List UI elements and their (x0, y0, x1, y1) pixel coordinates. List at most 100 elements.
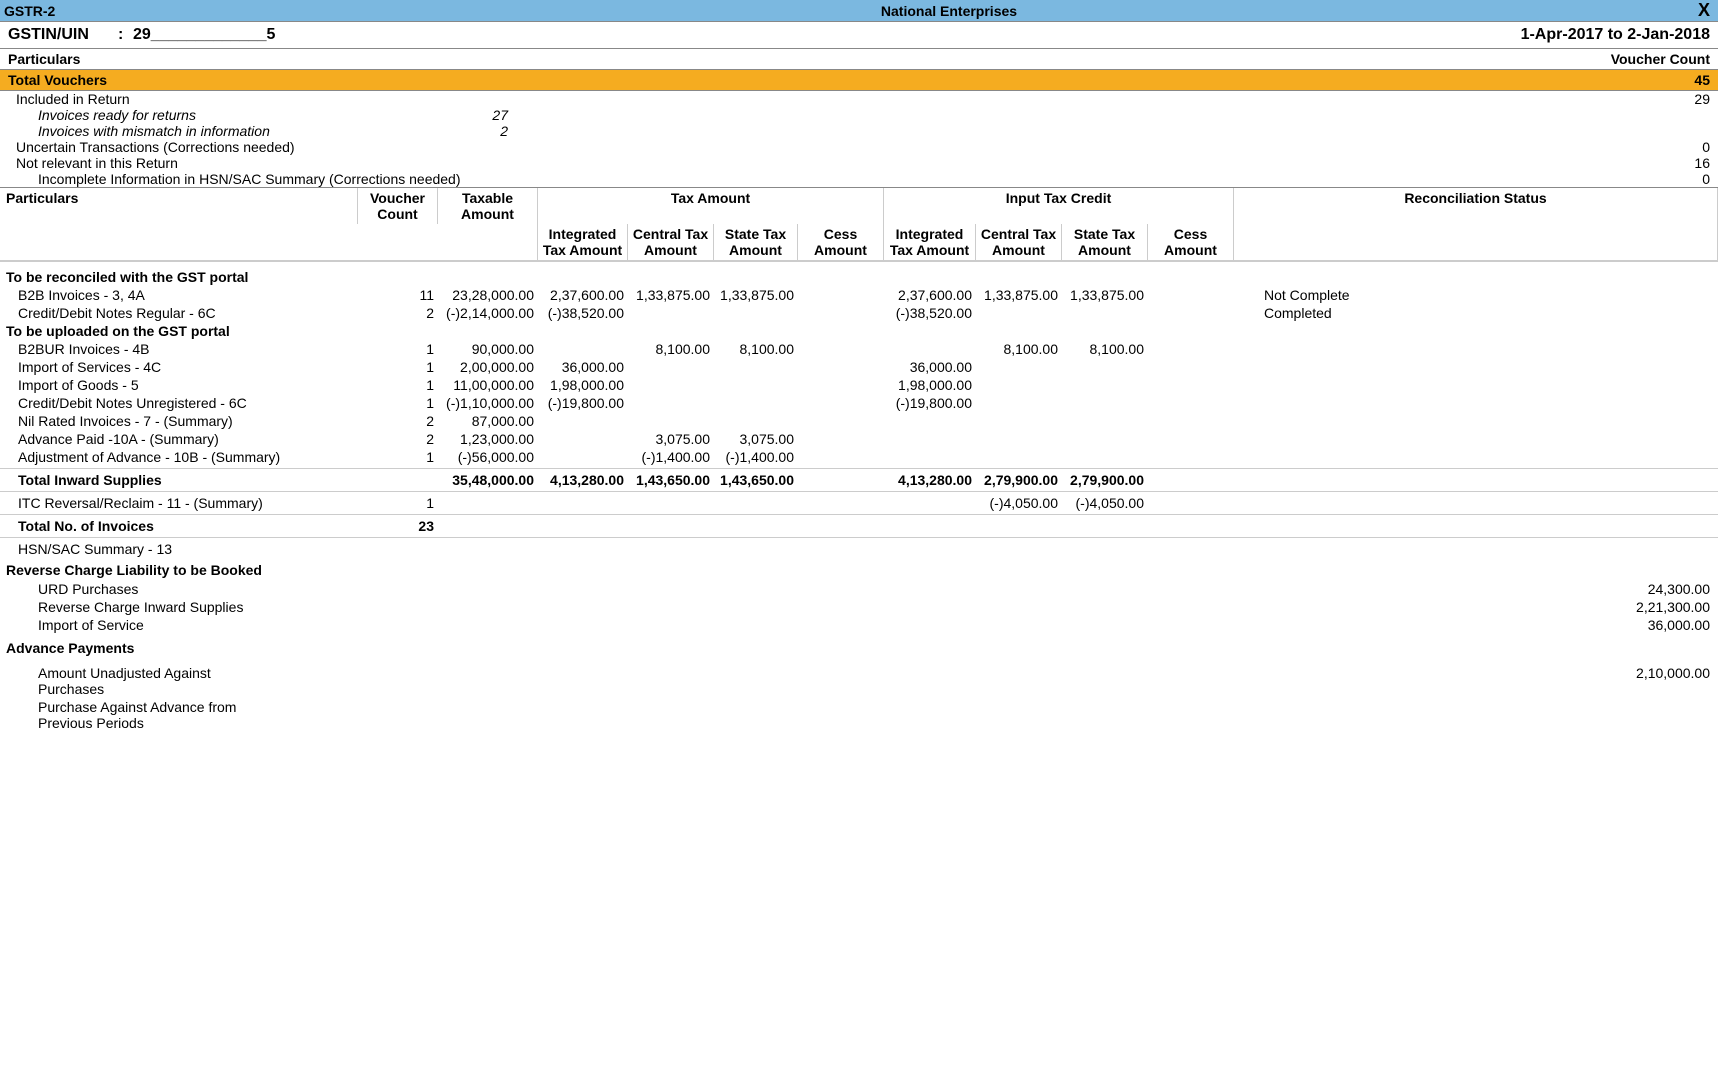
row-total-inward: Total Inward Supplies 35,48,000.00 4,13,… (0, 471, 1718, 489)
b2b-taxable: 23,28,000.00 (438, 286, 538, 304)
group-uploaded: To be uploaded on the GST portal (0, 322, 1718, 340)
urd-val: 24,300.00 (1598, 581, 1718, 597)
group-uploaded-label: To be uploaded on the GST portal (0, 322, 358, 340)
total-inward-istate: 2,79,900.00 (1062, 471, 1148, 489)
grid-header-row1: Particulars Voucher Count Taxable Amount… (0, 188, 1718, 224)
rcis-row[interactable]: Reverse Charge Inward Supplies 2,21,300.… (0, 598, 1718, 616)
cdnunreg-int: (-)19,800.00 (538, 394, 628, 412)
mismatch-row[interactable]: Invoices with mismatch in information 2 (0, 123, 1718, 139)
unadj-val: 2,10,000.00 (1598, 665, 1718, 697)
voucher-count-header: Voucher Count (1611, 51, 1710, 67)
imp-val: 36,000.00 (1598, 617, 1718, 633)
notrelevant-label: Not relevant in this Return (8, 155, 178, 171)
b2b-vc: 11 (358, 286, 438, 304)
impgoods-label: Import of Goods - 5 (0, 376, 358, 394)
titlebar: GSTR-2 National Enterprises X (0, 0, 1718, 22)
col-recon: Reconciliation Status (1234, 188, 1718, 224)
ready-label: Invoices ready for returns (8, 107, 428, 123)
included-label: Included in Return (8, 91, 130, 107)
b2bur-taxable: 90,000.00 (438, 340, 538, 358)
b2bur-cen: 8,100.00 (628, 340, 714, 358)
row-b2b[interactable]: B2B Invoices - 3, 4A 11 23,28,000.00 2,3… (0, 286, 1718, 304)
urd-row[interactable]: URD Purchases 24,300.00 (0, 580, 1718, 598)
rcis-label: Reverse Charge Inward Supplies (0, 599, 400, 615)
row-impgoods[interactable]: Import of Goods - 5 1 11,00,000.00 1,98,… (0, 376, 1718, 394)
row-b2bur[interactable]: B2BUR Invoices - 4B 1 90,000.00 8,100.00… (0, 340, 1718, 358)
cdnreg-label: Credit/Debit Notes Regular - 6C (0, 304, 358, 322)
row-advadj[interactable]: Adjustment of Advance - 10B - (Summary) … (0, 448, 1718, 466)
row-cdnunreg[interactable]: Credit/Debit Notes Unregistered - 6C 1 (… (0, 394, 1718, 412)
cdnunreg-label: Credit/Debit Notes Unregistered - 6C (0, 394, 358, 412)
row-advpaid[interactable]: Advance Paid -10A - (Summary) 2 1,23,000… (0, 430, 1718, 448)
prev-row[interactable]: Purchase Against Advance from Previous P… (0, 698, 1718, 732)
b2b-cess (798, 286, 884, 304)
col-taxable: Taxable Amount (438, 188, 538, 224)
advpaid-vc: 2 (358, 430, 438, 448)
group-reconciled: To be reconciled with the GST portal (0, 268, 1718, 286)
advadj-state: (-)1,400.00 (714, 448, 798, 466)
notrelevant-count: 16 (1670, 155, 1710, 171)
report-name: GSTR-2 (4, 3, 204, 19)
advance-payments-block: Advance Payments Amount Unadjusted Again… (0, 636, 1718, 734)
advadj-cen: (-)1,400.00 (628, 448, 714, 466)
cdnreg-int: (-)38,520.00 (538, 304, 628, 322)
col-particulars: Particulars (0, 188, 358, 224)
row-impserv[interactable]: Import of Services - 4C 1 2,00,000.00 36… (0, 358, 1718, 376)
b2bur-vc: 1 (358, 340, 438, 358)
cdnreg-vc: 2 (358, 304, 438, 322)
unadj-row[interactable]: Amount Unadjusted Against Purchases 2,10… (0, 664, 1718, 698)
imp-row[interactable]: Import of Service 36,000.00 (0, 616, 1718, 634)
col-voucher-count: Voucher Count (358, 188, 438, 224)
ready-row[interactable]: Invoices ready for returns 27 (0, 107, 1718, 123)
itcrev-label: ITC Reversal/Reclaim - 11 - (Summary) (0, 494, 358, 512)
gstin-label: GSTIN/UIN (8, 26, 118, 44)
row-nilrated[interactable]: Nil Rated Invoices - 7 - (Summary) 2 87,… (0, 412, 1718, 430)
advpaid-cen: 3,075.00 (628, 430, 714, 448)
b2bur-label: B2BUR Invoices - 4B (0, 340, 358, 358)
col-itc-integrated: Integrated Tax Amount (884, 224, 976, 260)
nilrated-vc: 2 (358, 412, 438, 430)
grid-header-row2: Integrated Tax Amount Central Tax Amount… (0, 224, 1718, 262)
colon: : (118, 26, 133, 44)
row-cdnreg[interactable]: Credit/Debit Notes Regular - 6C 2 (-)2,1… (0, 304, 1718, 322)
total-vouchers-count: 45 (1694, 72, 1710, 88)
advadj-label: Adjustment of Advance - 10B - (Summary) (0, 448, 358, 466)
detail-grid: Particulars Voucher Count Taxable Amount… (0, 187, 1718, 734)
row-itcrev[interactable]: ITC Reversal/Reclaim - 11 - (Summary) 1 … (0, 494, 1718, 512)
notrelevant-row[interactable]: Not relevant in this Return 16 (0, 155, 1718, 171)
col-itc-central: Central Tax Amount (976, 224, 1062, 260)
mismatch-label: Invoices with mismatch in information (8, 123, 428, 139)
close-icon[interactable]: X (1694, 0, 1714, 21)
col-cess: Cess Amount (798, 224, 884, 260)
included-row[interactable]: Included in Return 29 (0, 91, 1718, 107)
imp-label: Import of Service (0, 617, 400, 633)
included-count: 29 (1670, 91, 1710, 107)
b2bur-state: 8,100.00 (714, 340, 798, 358)
b2b-label: B2B Invoices - 3, 4A (0, 286, 358, 304)
ready-subcount: 27 (428, 107, 508, 123)
row-hsn[interactable]: HSN/SAC Summary - 13 (0, 540, 1718, 558)
uncertain-row[interactable]: Uncertain Transactions (Corrections need… (0, 139, 1718, 155)
total-vouchers-row[interactable]: Total Vouchers 45 (0, 70, 1718, 91)
row-total-invoices: Total No. of Invoices 23 (0, 517, 1718, 535)
total-vouchers-label: Total Vouchers (8, 72, 1694, 88)
b2b-iint: 2,37,600.00 (884, 286, 976, 304)
gstin-value: 29_____________5 (133, 26, 1521, 44)
reverse-charge-block: Reverse Charge Liability to be Booked UR… (0, 558, 1718, 636)
b2b-cen: 1,33,875.00 (628, 286, 714, 304)
impserv-int: 36,000.00 (538, 358, 628, 376)
b2b-state: 1,33,875.00 (714, 286, 798, 304)
totalinv-vc: 23 (358, 517, 438, 535)
advpaid-label: Advance Paid -10A - (Summary) (0, 430, 358, 448)
uncertain-label: Uncertain Transactions (Corrections need… (8, 139, 295, 155)
b2b-istate: 1,33,875.00 (1062, 286, 1148, 304)
col-state-tax: State Tax Amount (714, 224, 798, 260)
impgoods-taxable: 11,00,000.00 (438, 376, 538, 394)
impgoods-iint: 1,98,000.00 (884, 376, 976, 394)
col-tax-amount-group: Tax Amount (538, 188, 884, 224)
impgoods-vc: 1 (358, 376, 438, 394)
col-integrated-tax: Integrated Tax Amount (538, 224, 628, 260)
rcis-val: 2,21,300.00 (1598, 599, 1718, 615)
summary-header: Particulars Voucher Count (0, 48, 1718, 70)
incomplete-row[interactable]: Incomplete Information in HSN/SAC Summar… (0, 171, 1718, 187)
